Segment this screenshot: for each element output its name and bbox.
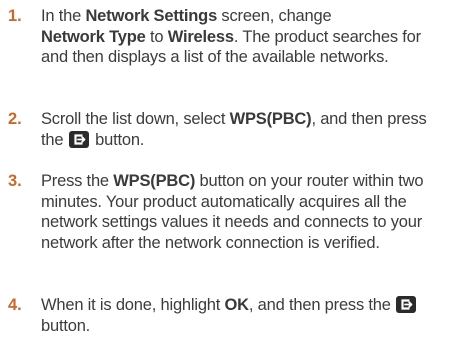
step-text-part: , and then press the <box>248 296 396 314</box>
step-text-part: Press the <box>41 172 114 190</box>
step-number: 4. <box>8 296 22 314</box>
step-text-part: When it is done, highlight <box>41 296 225 314</box>
enter-button-icon <box>396 296 417 313</box>
step-text-part: Scroll the list down, select <box>41 110 230 128</box>
network-settings-term: Network Settings <box>85 7 218 25</box>
step-text-part: to <box>145 27 168 46</box>
step-text-part: screen, change <box>217 7 332 25</box>
step-text: When it is done, highlight OK, and then … <box>41 295 450 336</box>
step-text-part: button. <box>41 316 91 335</box>
step-text-part: In the <box>41 7 86 25</box>
network-type-term: Network Type <box>41 27 146 46</box>
wireless-term: Wireless <box>167 27 234 46</box>
step-text-part: button. <box>90 130 145 149</box>
step-text: Press the WPS(PBC) button on your router… <box>41 171 450 253</box>
step-number: 2. <box>8 110 22 128</box>
enter-button-icon <box>68 130 89 148</box>
wps-pbc-term: WPS(PBC) <box>113 172 196 190</box>
step-number: 1. <box>8 7 22 25</box>
wps-pbc-term: WPS(PBC) <box>229 110 312 128</box>
step-text: In the Network Settings screen, change N… <box>41 6 450 68</box>
instruction-steps: 1. In the Network Settings screen, chang… <box>0 0 454 343</box>
step-text: Scroll the list down, select WPS(PBC), a… <box>41 109 450 150</box>
ok-term: OK <box>224 296 250 314</box>
step-number: 3. <box>8 172 22 190</box>
